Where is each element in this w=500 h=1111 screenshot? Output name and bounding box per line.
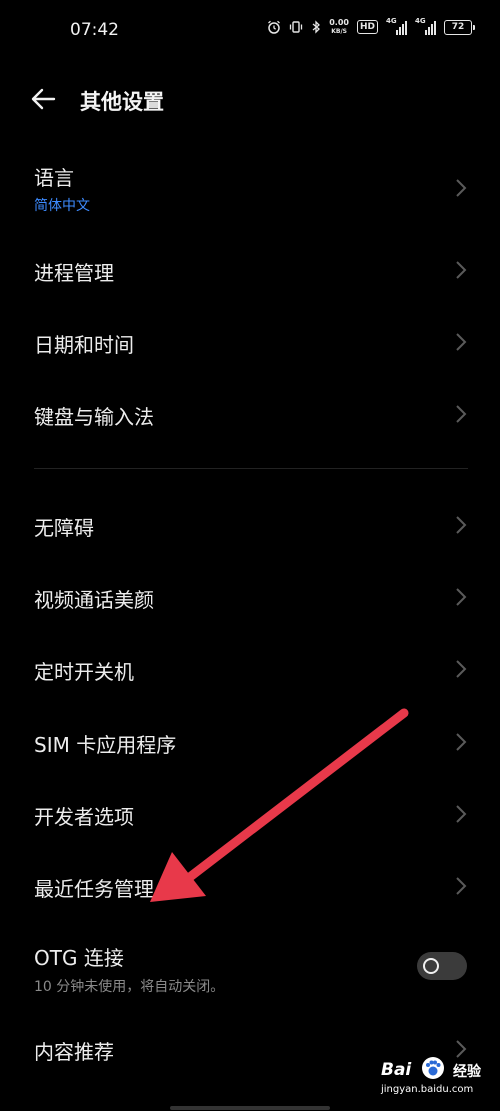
settings-item-recent-tasks[interactable]: 最近任务管理 <box>0 853 500 919</box>
signal-sim1-icon: 4G <box>386 17 407 35</box>
battery-level: 72 <box>451 21 465 32</box>
chevron-right-icon <box>456 660 467 678</box>
battery-icon: 72 <box>444 19 475 35</box>
arrow-left-icon[interactable] <box>28 82 58 116</box>
signal-sim2-icon: 4G <box>415 17 436 35</box>
item-label: OTG 连接 <box>34 946 124 970</box>
status-bar: 07:42 0.00 KB/S HD 4G 4G 72 <box>0 0 500 64</box>
sim2-label: 4G <box>415 17 426 25</box>
item-label: 最近任务管理 <box>34 877 154 901</box>
watermark-url: jingyan.baidu.com <box>381 1084 474 1095</box>
item-label: 开发者选项 <box>34 805 134 829</box>
watermark-jingyan: 经验 <box>453 1064 481 1080</box>
bluetooth-icon <box>312 20 321 34</box>
settings-item-sim-apps[interactable]: SIM 卡应用程序 <box>0 709 500 775</box>
item-subtitle: 10 分钟未使用，将自动关闭。 <box>34 979 225 995</box>
item-label: 无障碍 <box>34 516 94 540</box>
page-header: 其他设置 <box>0 70 500 130</box>
item-label: 视频通话美颜 <box>34 588 154 612</box>
chevron-right-icon <box>456 261 467 279</box>
speed-value: 0.00 <box>329 18 349 27</box>
item-label: 定时开关机 <box>34 660 134 684</box>
item-subtitle: 简体中文 <box>34 198 90 214</box>
chevron-right-icon <box>456 805 467 823</box>
settings-item-language[interactable]: 语言 简体中文 <box>0 150 500 216</box>
settings-item-developer-options[interactable]: 开发者选项 <box>0 781 500 847</box>
page-title: 其他设置 <box>80 90 164 114</box>
item-label: 日期和时间 <box>34 333 134 357</box>
vibrate-icon <box>290 21 303 33</box>
item-label: 语言 <box>34 166 74 190</box>
chevron-right-icon <box>456 333 467 351</box>
chevron-right-icon <box>456 405 467 423</box>
settings-item-date-time[interactable]: 日期和时间 <box>0 309 500 375</box>
status-time: 07:42 <box>70 20 119 40</box>
chevron-right-icon <box>456 733 467 751</box>
speed-unit: KB/S <box>331 28 347 35</box>
otg-toggle[interactable] <box>417 952 467 980</box>
item-label: SIM 卡应用程序 <box>34 733 177 757</box>
item-label: 键盘与输入法 <box>34 405 154 429</box>
alarm-icon <box>268 20 281 34</box>
watermark-brand: Bai <box>381 1060 412 1080</box>
sim1-label: 4G <box>386 17 397 25</box>
home-indicator <box>170 1106 330 1110</box>
settings-item-accessibility[interactable]: 无障碍 <box>0 492 500 558</box>
settings-item-keyboard-input[interactable]: 键盘与输入法 <box>0 381 500 447</box>
settings-item-video-call-beauty[interactable]: 视频通话美颜 <box>0 564 500 630</box>
chevron-right-icon <box>456 588 467 606</box>
status-icons: 0.00 KB/S HD 4G 4G 72 <box>267 17 475 36</box>
settings-item-process-management[interactable]: 进程管理 <box>0 237 500 303</box>
chevron-right-icon <box>456 516 467 534</box>
paw-icon <box>422 1057 444 1079</box>
settings-item-scheduled-power[interactable]: 定时开关机 <box>0 636 500 702</box>
network-speed: 0.00 KB/S <box>329 18 349 36</box>
chevron-right-icon <box>456 877 467 895</box>
chevron-right-icon <box>456 179 467 197</box>
hd-badge: HD <box>356 20 378 34</box>
section-divider <box>34 468 468 469</box>
item-label: 内容推荐 <box>34 1040 114 1064</box>
item-label: 进程管理 <box>34 261 114 285</box>
baidu-watermark: Bai 经验 jingyan.baidu.com <box>381 1056 491 1106</box>
toggle-knob <box>423 958 439 974</box>
